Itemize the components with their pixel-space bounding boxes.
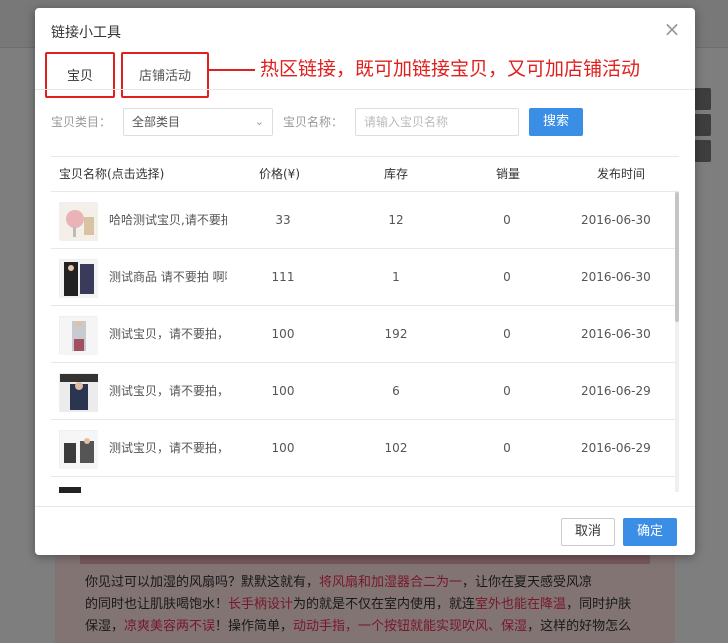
annotation-text: 热区链接，既可加链接宝贝，又可加店铺活动 <box>260 58 641 80</box>
product-price: 33 <box>275 213 291 227</box>
link-tool-dialog: 链接小工具 × 宝贝 店铺活动 热区链接，既可加链接宝贝，又可加店铺活动 宝贝类… <box>35 8 695 555</box>
product-thumbnail <box>59 487 81 493</box>
product-price: 100 <box>271 327 295 341</box>
product-thumbnail <box>59 316 98 355</box>
product-date: 2016-06-30 <box>581 213 651 227</box>
table-row[interactable] <box>51 477 679 500</box>
chevron-down-icon: ⌄ <box>254 115 264 128</box>
product-thumbnail <box>59 259 98 298</box>
product-thumbnail <box>59 373 98 412</box>
column-header-stock: 库存 <box>384 167 409 181</box>
footer-divider <box>35 506 695 507</box>
tab-baby[interactable]: 宝贝 <box>45 52 115 98</box>
product-sales: 0 <box>503 327 511 341</box>
annotation-line <box>209 69 255 71</box>
product-name: 测试商品 请不要拍 啊啊 <box>109 270 227 284</box>
table-header: 宝贝名称(点击选择) 价格(¥) 库存 销量 发布时间 <box>51 157 679 192</box>
product-sales: 0 <box>503 384 511 398</box>
table-row[interactable]: 哈哈测试宝贝,请不要拍 33 12 0 2016-06-30 <box>51 192 679 249</box>
table-row[interactable]: 测试宝贝，请不要拍， 100 102 0 2016-06-29 <box>51 420 679 477</box>
column-header-date: 发布时间 <box>597 167 646 181</box>
close-icon[interactable]: × <box>663 19 681 39</box>
product-date: 2016-06-29 <box>581 384 651 398</box>
column-header-price: 价格(¥) <box>259 167 300 181</box>
search-button[interactable]: 搜索 <box>529 108 583 136</box>
items-table: 宝贝名称(点击选择) 价格(¥) 库存 销量 发布时间 哈哈测试宝贝,请不要拍 … <box>51 156 679 500</box>
table-row[interactable]: 测试商品 请不要拍 啊啊 111 1 0 2016-06-30 <box>51 249 679 306</box>
category-label: 宝贝类目： <box>51 115 112 129</box>
product-stock: 6 <box>392 384 400 398</box>
product-sales: 0 <box>503 270 511 284</box>
product-sales: 0 <box>503 441 511 455</box>
item-name-label: 宝贝名称： <box>283 115 344 129</box>
product-price: 111 <box>271 270 295 284</box>
column-header-sales: 销量 <box>496 167 521 181</box>
product-date: 2016-06-30 <box>581 270 651 284</box>
product-price: 100 <box>271 384 295 398</box>
tab-shop-activity[interactable]: 店铺活动 <box>121 52 209 98</box>
product-name: 哈哈测试宝贝,请不要拍 <box>109 213 227 227</box>
product-date: 2016-06-29 <box>581 441 651 455</box>
confirm-button[interactable]: 确定 <box>623 518 677 546</box>
product-sales: 0 <box>503 213 511 227</box>
item-name-input[interactable] <box>355 108 519 136</box>
product-date: 2016-06-30 <box>581 327 651 341</box>
product-stock: 12 <box>388 213 404 227</box>
product-stock: 1 <box>392 270 400 284</box>
table-scrollbar[interactable] <box>675 192 679 492</box>
product-name: 测试宝贝，请不要拍， <box>109 384 227 398</box>
dialog-title: 链接小工具 <box>51 25 121 41</box>
column-header-name: 宝贝名称(点击选择) <box>59 167 165 181</box>
product-name: 测试宝贝，请不要拍， <box>109 441 227 455</box>
product-thumbnail <box>59 202 98 241</box>
cancel-button[interactable]: 取消 <box>561 518 615 546</box>
product-stock: 192 <box>384 327 408 341</box>
product-thumbnail <box>59 430 98 469</box>
product-price: 100 <box>271 441 295 455</box>
tab-divider <box>35 89 695 90</box>
product-name: 测试宝贝，请不要拍， <box>109 327 227 341</box>
scrollbar-thumb[interactable] <box>675 192 679 322</box>
table-row[interactable]: 测试宝贝，请不要拍， 100 192 0 2016-06-30 <box>51 306 679 363</box>
category-value: 全部类目 <box>132 115 181 129</box>
product-stock: 102 <box>384 441 408 455</box>
table-row[interactable]: 测试宝贝，请不要拍， 100 6 0 2016-06-29 <box>51 363 679 420</box>
category-select[interactable]: 全部类目 ⌄ <box>123 108 273 136</box>
